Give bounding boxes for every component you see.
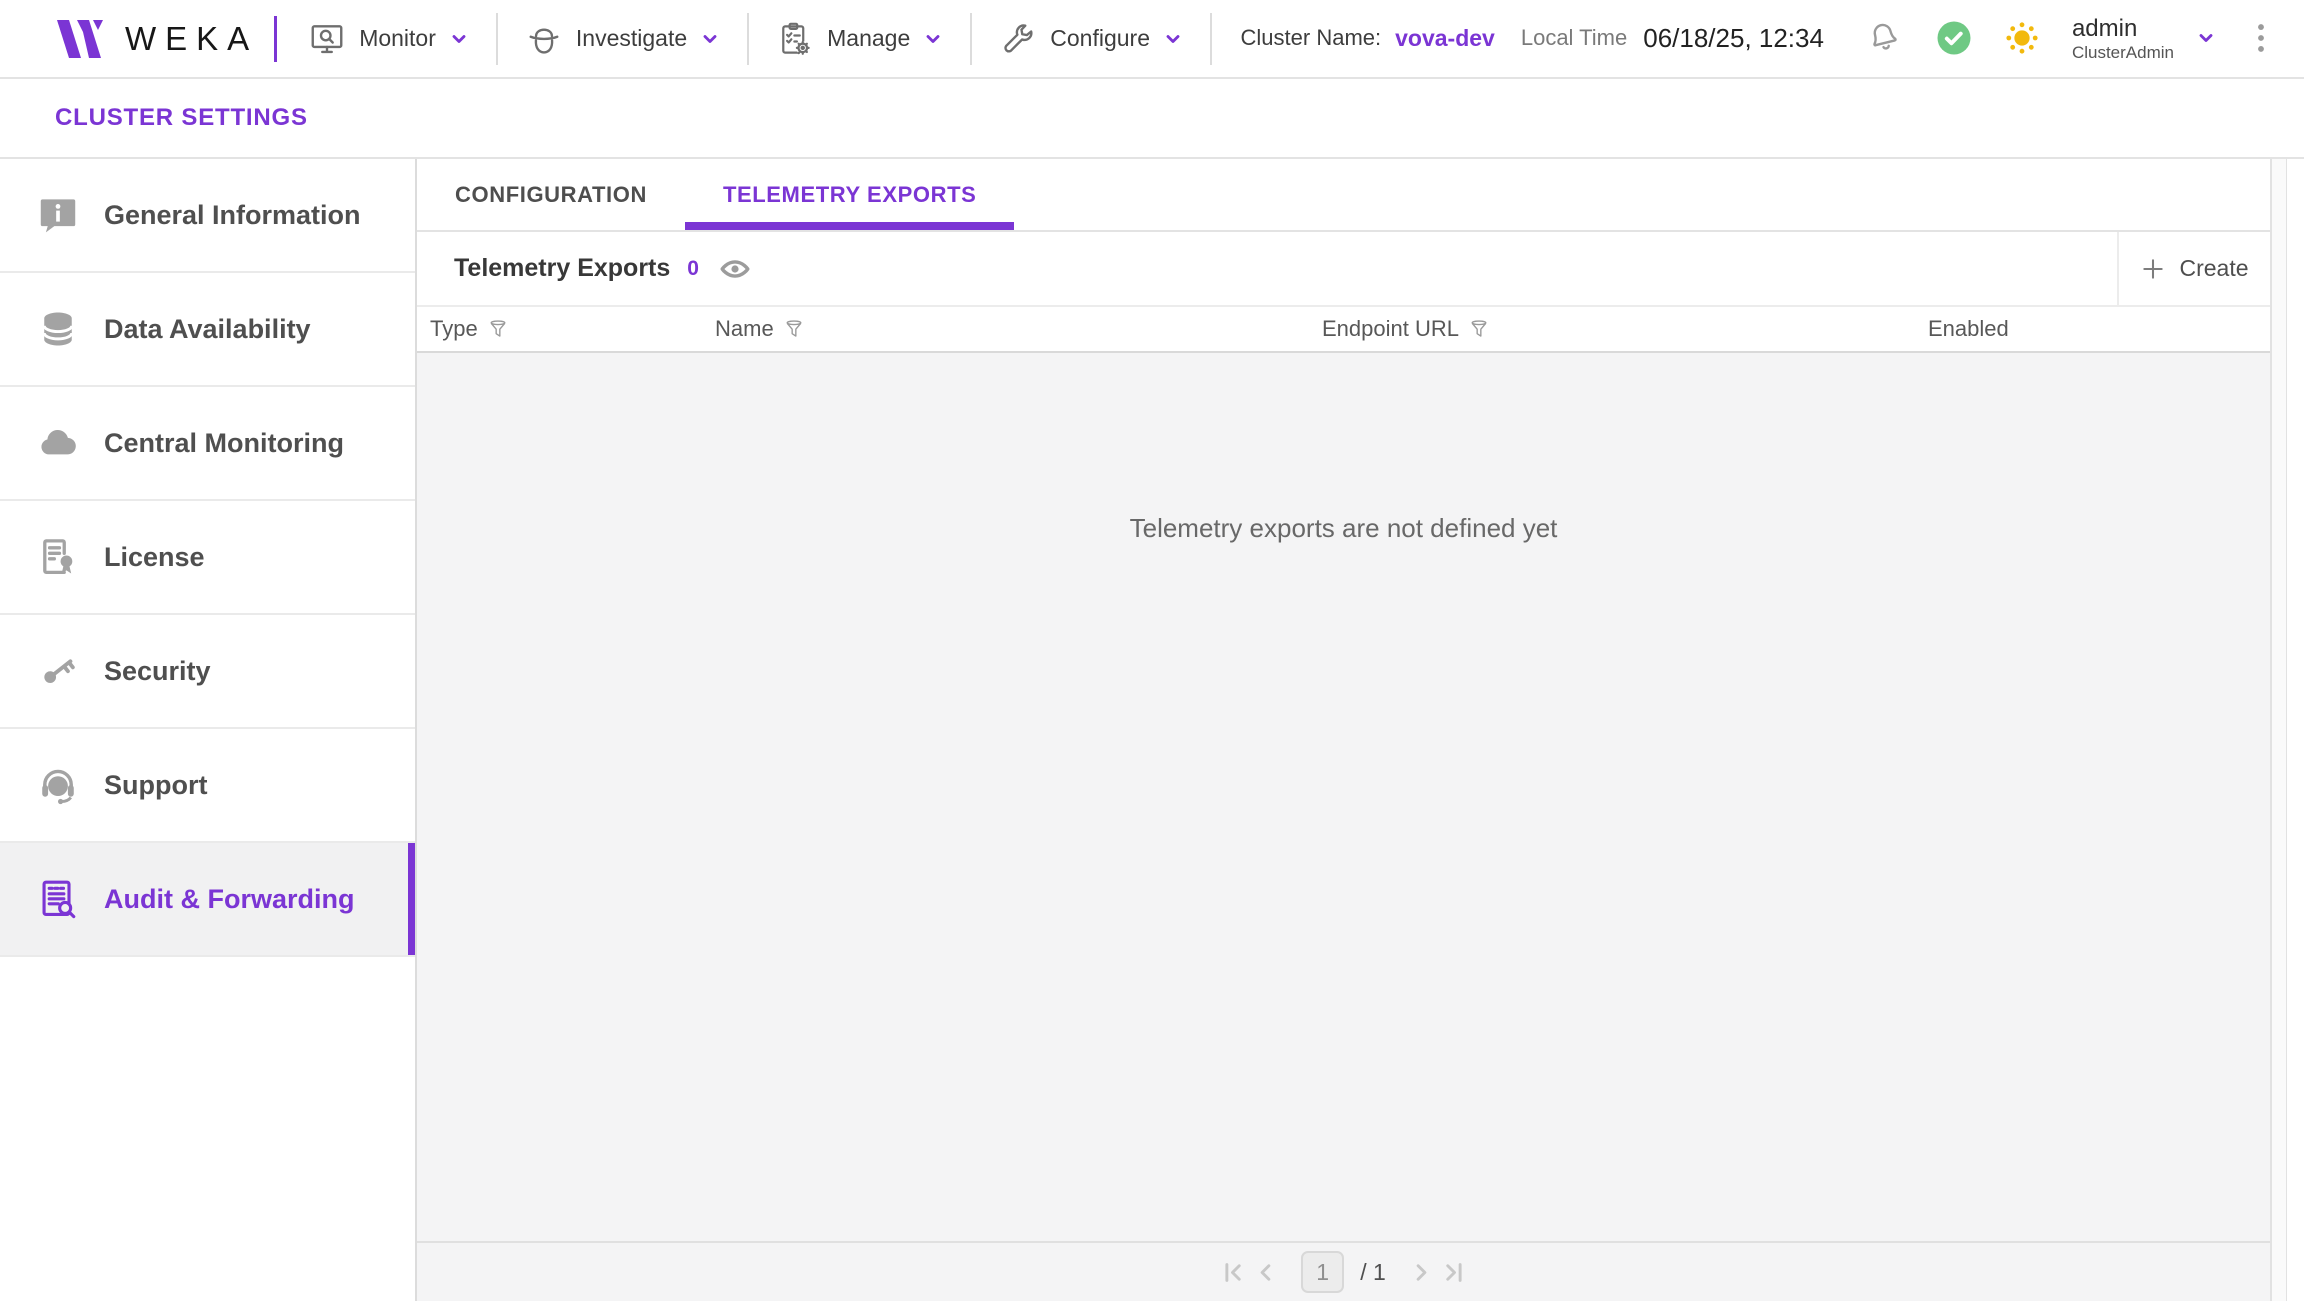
menu-investigate[interactable]: Investigate <box>498 0 747 77</box>
pagination-current-page[interactable]: 1 <box>1301 1251 1344 1293</box>
sidebar-item-audit-forwarding[interactable]: Audit & Forwarding <box>0 843 415 957</box>
pagination-previous-page-icon[interactable] <box>1252 1259 1279 1286</box>
top-navigation-bar: WEKA Monitor <box>0 0 2304 79</box>
tabs-bar: CONFIGURATION TELEMETRY EXPORTS <box>417 159 2270 232</box>
table-header-row: Type Name <box>417 307 2270 353</box>
column-label: Name <box>715 316 774 342</box>
logo-divider <box>274 16 277 62</box>
sidebar-item-label: Support <box>104 770 207 801</box>
right-gutter <box>2270 159 2304 1301</box>
pagination-next-page-icon[interactable] <box>1408 1259 1435 1286</box>
menu-manage[interactable]: Manage <box>749 0 970 77</box>
column-label: Enabled <box>1928 316 2009 342</box>
notifications-bell-icon[interactable] <box>1862 17 1906 61</box>
sidebar-item-general-information[interactable]: General Information <box>0 159 415 273</box>
sidebar-item-central-monitoring[interactable]: Central Monitoring <box>0 387 415 501</box>
body: General Information Data Availability <box>0 159 2304 1301</box>
sidebar-item-label: Central Monitoring <box>104 428 344 459</box>
cloud-icon <box>36 421 80 465</box>
local-time-value: 06/18/25, 12:34 <box>1643 23 1824 54</box>
theme-sun-icon[interactable] <box>2004 20 2040 56</box>
info-bubble-icon <box>36 193 80 237</box>
page-title: CLUSTER SETTINGS <box>55 104 308 132</box>
column-label: Type <box>430 316 478 342</box>
chevron-down-icon <box>1163 29 1183 49</box>
sidebar-item-label: Audit & Forwarding <box>104 884 354 915</box>
row-count-badge: 0 <box>687 257 699 281</box>
sidebar-item-label: Security <box>104 656 211 687</box>
cluster-name-value[interactable]: vova-dev <box>1395 25 1495 52</box>
key-icon <box>36 649 80 693</box>
column-label: Endpoint URL <box>1322 316 1459 342</box>
filter-icon[interactable] <box>1468 318 1490 340</box>
database-icon <box>36 307 80 351</box>
filter-icon[interactable] <box>783 318 805 340</box>
chevron-down-icon <box>449 29 469 49</box>
headset-icon <box>36 763 80 807</box>
audit-document-icon <box>36 877 80 921</box>
column-header-type: Type <box>417 316 715 342</box>
cluster-name-label: Cluster Name: <box>1241 25 1382 51</box>
tab-telemetry-exports[interactable]: TELEMETRY EXPORTS <box>685 159 1014 230</box>
main-menu: Monitor Investigate <box>281 0 1212 77</box>
sidebar-item-data-availability[interactable]: Data Availability <box>0 273 415 387</box>
table-empty-state: Telemetry exports are not defined yet <box>417 353 2270 1241</box>
license-seal-icon <box>36 535 80 579</box>
user-chevron-down-icon[interactable] <box>2196 28 2216 48</box>
pagination-bar: 1 / 1 <box>417 1241 2270 1301</box>
settings-sidebar: General Information Data Availability <box>0 159 417 1301</box>
configure-wrench-icon <box>999 20 1037 58</box>
user-role: ClusterAdmin <box>2072 43 2174 63</box>
menu-label: Investigate <box>576 25 687 52</box>
menu-label: Manage <box>827 25 910 52</box>
topbar-right-cluster: Cluster Name: vova-dev Local Time 06/18/… <box>1241 15 2304 62</box>
create-button[interactable]: Create <box>2117 232 2270 305</box>
pagination-total-pages: / 1 <box>1360 1259 1386 1286</box>
pagination-first-page-icon[interactable] <box>1219 1259 1246 1286</box>
table-title: Telemetry Exports <box>454 254 670 283</box>
pagination-last-page-icon[interactable] <box>1441 1259 1468 1286</box>
table-toolbar: Telemetry Exports 0 Create <box>417 232 2270 307</box>
sidebar-item-label: General Information <box>104 200 361 231</box>
chevron-down-icon <box>923 29 943 49</box>
column-header-name: Name <box>715 316 1322 342</box>
main-content: CONFIGURATION TELEMETRY EXPORTS Telemetr… <box>417 159 2270 1301</box>
column-header-enabled: Enabled <box>1928 316 2270 342</box>
tab-configuration[interactable]: CONFIGURATION <box>417 159 685 230</box>
menu-divider <box>1210 13 1212 65</box>
filter-icon[interactable] <box>487 318 509 340</box>
create-button-label: Create <box>2179 255 2248 282</box>
page-title-band: CLUSTER SETTINGS <box>0 79 2304 159</box>
brand-text: WEKA <box>125 20 258 58</box>
menu-label: Monitor <box>359 25 436 52</box>
sidebar-item-license[interactable]: License <box>0 501 415 615</box>
local-time-label: Local Time <box>1521 25 1627 51</box>
sidebar-item-support[interactable]: Support <box>0 729 415 843</box>
sidebar-item-security[interactable]: Security <box>0 615 415 729</box>
monitor-search-icon <box>308 20 346 58</box>
cluster-health-ok-icon[interactable] <box>1936 20 1972 56</box>
column-header-endpoint-url: Endpoint URL <box>1322 316 1928 342</box>
manage-clipboard-icon <box>776 20 814 58</box>
menu-monitor[interactable]: Monitor <box>281 0 496 77</box>
chevron-down-icon <box>700 29 720 49</box>
weka-logo[interactable]: WEKA <box>55 18 258 60</box>
kebab-menu-icon[interactable] <box>2246 21 2276 55</box>
sidebar-item-label: Data Availability <box>104 314 311 345</box>
weka-logo-icon <box>55 18 105 60</box>
menu-configure[interactable]: Configure <box>972 0 1210 77</box>
menu-label: Configure <box>1050 25 1150 52</box>
app-window: WEKA Monitor <box>0 0 2304 1301</box>
sidebar-item-label: License <box>104 542 205 573</box>
empty-state-message: Telemetry exports are not defined yet <box>1130 513 1558 544</box>
user-name: admin <box>2072 15 2174 43</box>
vertical-scrollbar[interactable] <box>2270 159 2287 1301</box>
eye-visibility-icon[interactable] <box>719 253 751 285</box>
plus-icon <box>2140 256 2166 282</box>
investigate-icon <box>525 20 563 58</box>
user-menu[interactable]: admin ClusterAdmin <box>2072 15 2174 62</box>
